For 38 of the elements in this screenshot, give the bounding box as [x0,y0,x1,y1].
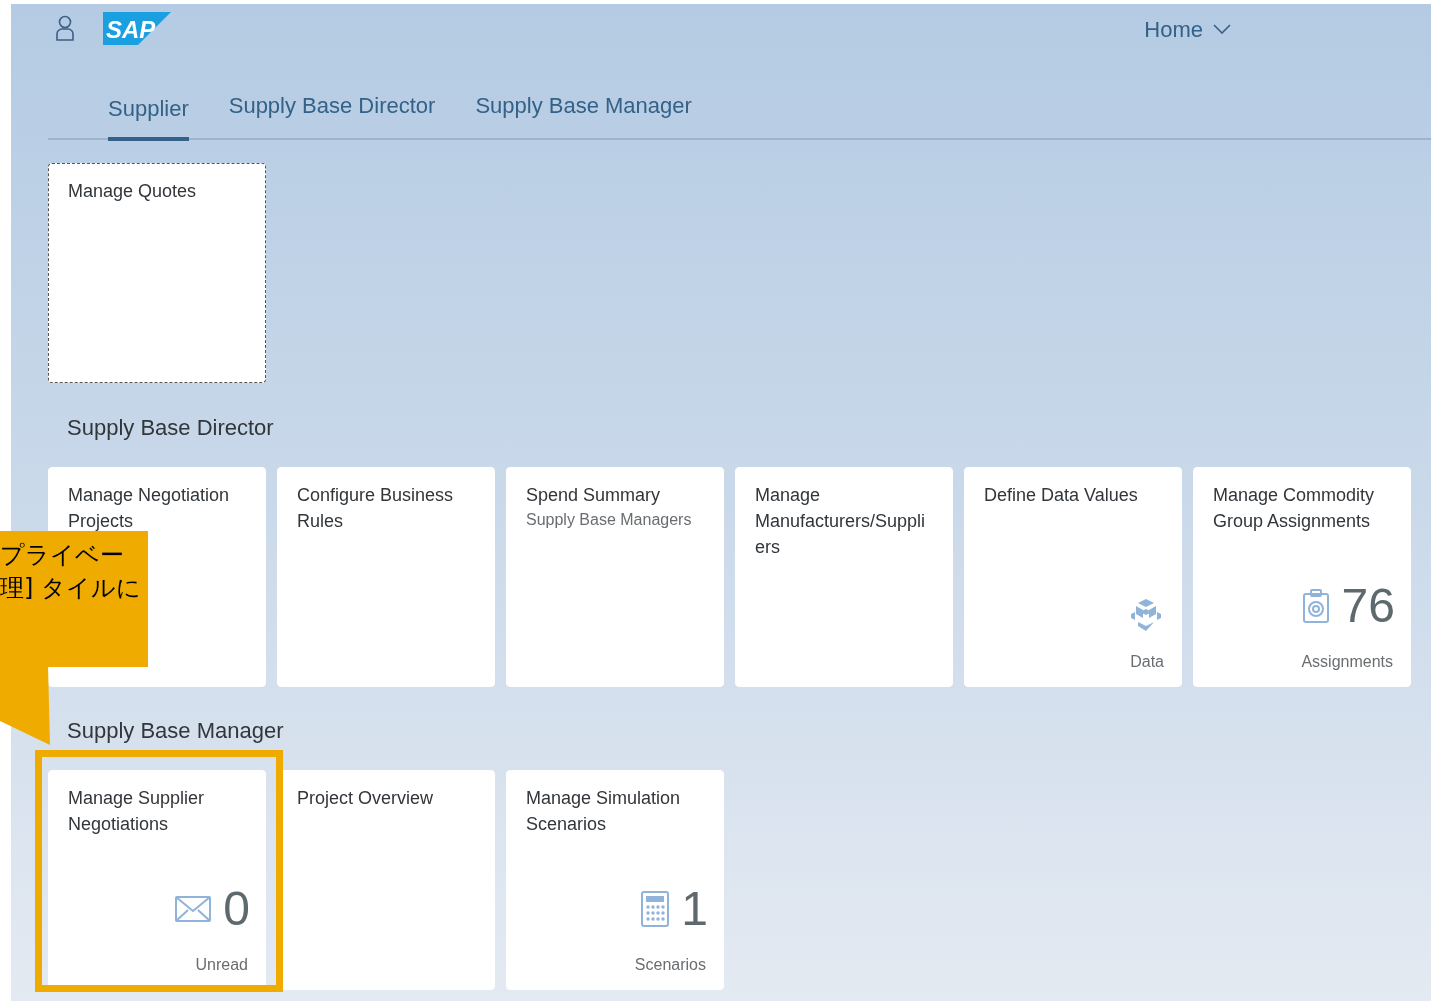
tile-title: Define Data Values [984,484,1139,507]
app-tile[interactable]: Configure Business Rules [277,467,495,687]
app-tile[interactable]: Define Data Values Data [964,467,1182,687]
tab[interactable]: Supply Base Manager [475,89,692,138]
app-tile[interactable]: Manage Commodity Group Assignments 76 Assignments [1193,467,1411,687]
chevron-down-icon [1213,24,1231,34]
tile-title: Manage Manufacturers/Suppliers [755,484,927,559]
tile-title: Manage Commodity Group Assignments [1213,484,1376,533]
tile-title: Project Overview [297,787,435,810]
kpi-value: 0 [223,883,250,935]
tile-title: Manage Supplier Negotiations [68,787,206,836]
tab[interactable]: Supply Base Director [228,89,436,138]
section-title: Supply Base Director [66,413,275,442]
tile-footer: Unread [68,953,248,977]
kpi-value: 1 [681,883,708,935]
tile-footer: Data [984,650,1164,674]
cube-cluster-icon [1130,598,1162,632]
app-tile[interactable]: Manage Quotes [48,163,266,383]
tile-title: Manage Quotes [68,180,198,203]
app-tile[interactable]: Spend Summary Supply Base Managers [506,467,724,687]
tile-footer: Scenarios [526,953,706,977]
section-title: Supply Base Manager [66,716,285,745]
tab[interactable]: Supplier [108,92,189,141]
logo: SAP [103,11,171,45]
tile-footer: Assignments [1213,650,1393,674]
tile-title: Spend Summary [526,484,662,507]
calculator-icon [641,891,670,927]
app-tile[interactable]: Manage Manufacturers/Suppliers [735,467,953,687]
user-icon[interactable] [55,15,75,41]
kpi-value: 76 [1341,580,1395,632]
clipboard-target-icon [1301,589,1330,623]
home-menu[interactable]: Home [1144,12,1231,46]
envelope-icon [175,896,212,922]
tile-title: Manage Simulation Scenarios [526,787,682,836]
tile-title: Manage Negotiation Projects [68,484,231,533]
tile-title: Configure Business Rules [297,484,455,533]
tile-subtitle: Supply Base Managers [526,510,693,530]
app-tile[interactable]: Manage Simulation Scenarios 1 Scenarios [506,770,724,990]
